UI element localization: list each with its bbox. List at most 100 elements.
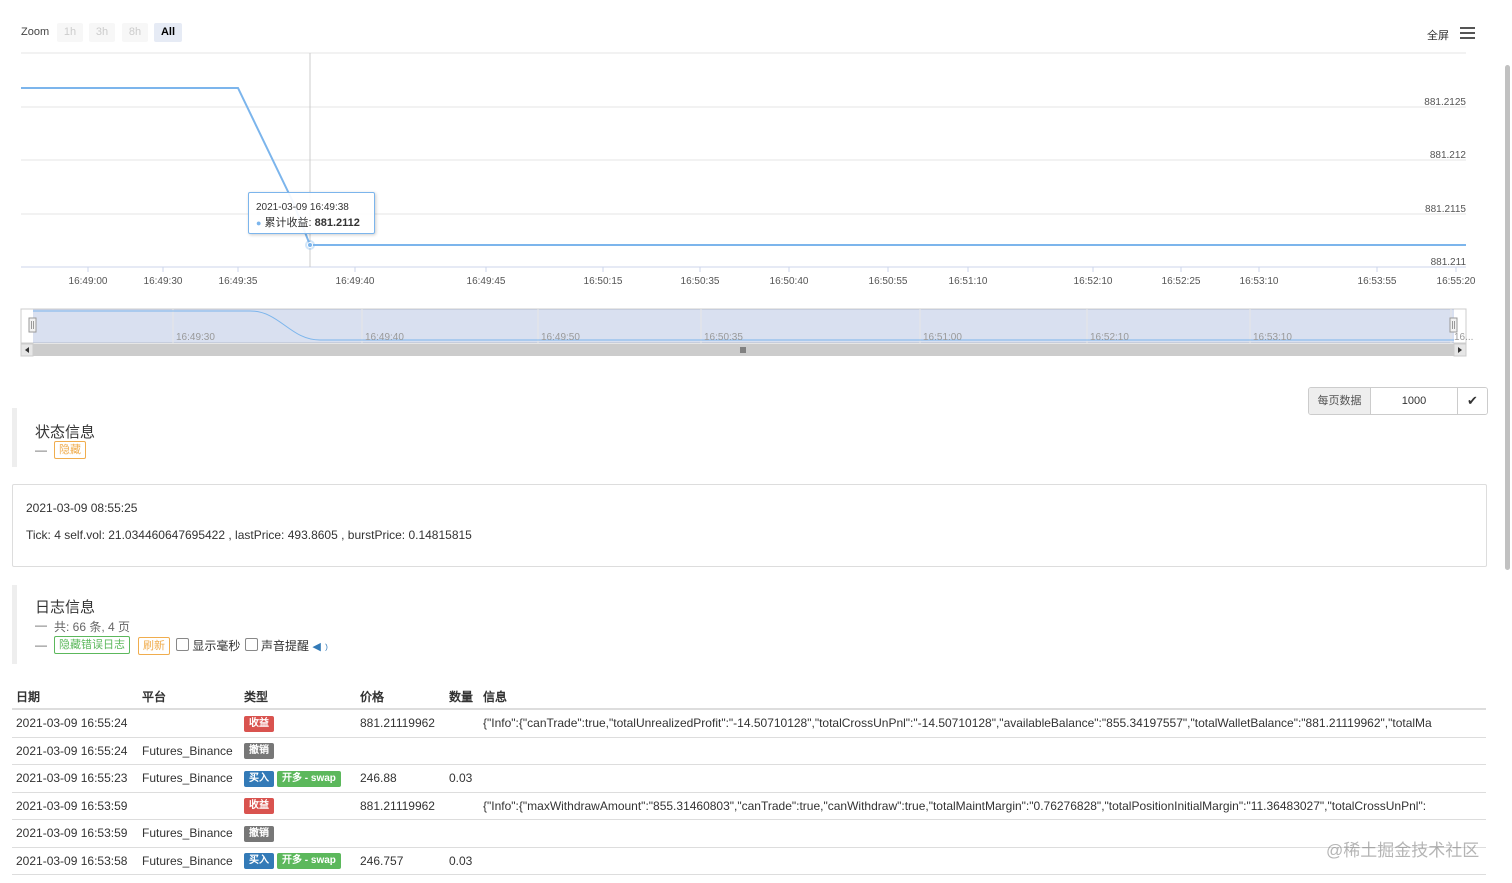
sound-alert-checkbox[interactable] [244,638,258,651]
cell-date: 2021-03-09 16:55:24 [12,709,138,738]
cell-date: 2021-03-09 16:53:59 [12,792,138,820]
navigator-tick-label: 16:52:10 [1090,332,1129,343]
cell-qty: 0.03 [445,764,479,793]
cell-qty [445,819,479,848]
profit-chart: 881.2125881.212881.2115881.211 16:49:00 1… [20,52,1476,357]
show-ms-option: 显示毫秒 声音提醒 ◀﹚ [176,637,332,654]
cell-price: 246.88 [356,764,445,793]
table-header-row: 日期 平台 类型 价格 数量 信息 [12,684,1486,710]
table-row: 2021-03-09 16:55:23 Futures_Binance 买入 开多 -… [12,764,1486,793]
log-table: 日期 平台 类型 价格 数量 信息 2021-03-09 16:55:24 收益 8… [12,684,1486,875]
tooltip-value: 881.2112 [314,217,360,229]
status-section-title: 状态信息 [35,424,96,441]
cell-qty [445,737,479,765]
navigator-tick-label: 16:53:10 [1253,332,1292,343]
x-tick-label: 16:51:10 [949,276,988,287]
table-row: 2021-03-09 16:55:24 收益 881.21119962 {"Info"… [12,709,1486,738]
x-tick-label: 16:50:35 [681,276,720,287]
hide-error-log-button[interactable]: 隐藏错误日志 [54,636,130,654]
navigator-tick-label: 16:49:40 [365,332,404,343]
cell-platform: Futures_Binance [138,819,240,848]
watermark-text: @稀土掘金技术社区 [1326,841,1480,860]
x-tick-label: 16:49:30 [144,276,183,287]
status-date: 2021-03-09 08:55:25 [26,501,138,515]
cell-price [356,737,445,765]
cell-date: 2021-03-09 16:55:24 [12,737,138,765]
navigator-tick-label: 16:49:50 [541,332,580,343]
y-tick-label: 881.2125 [1424,97,1466,108]
table-row: 2021-03-09 16:53:58 Futures_Binance 买入 开多 -… [12,847,1486,875]
y-grid [21,52,1466,268]
cell-price [356,819,445,848]
x-tick-label: 16:50:15 [584,276,623,287]
navigator-handle-left[interactable] [28,317,37,333]
cell-platform [138,709,240,738]
status-hide-button[interactable]: 隐藏 [54,441,86,459]
show-ms-label: 显示毫秒 [192,639,241,653]
type-badge: 买入 [244,853,274,870]
x-tick-label: 16:50:55 [869,276,908,287]
checkmark-icon[interactable]: ✔ [1458,388,1487,414]
table-row: 2021-03-09 16:53:59 Futures_Binance 撤销 [12,819,1486,848]
navigator-tick-label: 16:51:00 [923,332,962,343]
type-badge: 收益 [244,798,274,815]
hover-point [307,242,313,248]
x-tick-label: 16:53:10 [1240,276,1279,287]
y-axis-ticks: 881.2125 881.212 881.2115 881.211 [1424,97,1466,268]
x-tick-label: 16:52:25 [1162,276,1201,287]
series-dot-icon: ● [256,218,262,228]
cell-qty [445,792,479,820]
type-badge: 收益 [244,715,274,732]
cell-date: 2021-03-09 16:53:58 [12,847,138,875]
log-section-bar [12,585,17,664]
x-tick-label: 16:49:45 [467,276,506,287]
cell-type: 收益 [240,709,356,738]
navigator[interactable]: 16:49:30 16:49:40 16:49:50 16:50:35 16:51:00… [20,308,1473,344]
show-ms-checkbox[interactable] [176,638,189,651]
y-tick-label: 881.211 [1431,257,1467,268]
sound-alert-label: 声音提醒 [261,639,310,653]
x-tick-label: 16:49:40 [336,276,375,287]
navigator-tick-label: 16... [1454,332,1473,343]
type-badge: 撤销 [244,743,274,760]
chart-tooltip: 2021-03-09 16:49:38 ● 累计收益: 881.2112 [248,192,375,234]
type-badge: 开多 - swap [277,770,341,787]
log-dash-2: — [35,638,47,652]
table-row: 2021-03-09 16:53:59 收益 881.21119962 {"Info"… [12,792,1486,820]
cell-date: 2021-03-09 16:55:23 [12,764,138,793]
series-line-cumulative-profit [21,87,1466,246]
cell-info: {"Info":{"canTrade":true,"totalUnrealize… [479,709,1486,738]
page-size-input[interactable] [1371,388,1458,414]
cell-qty [445,709,479,738]
cell-platform: Futures_Binance [138,764,240,793]
navigator-tick-label: 16:49:30 [176,332,215,343]
tooltip-date: 2021-03-09 16:49:38 [256,202,349,213]
x-tick-label: 16:49:35 [219,276,258,287]
speaker-icon[interactable]: ◀﹚ [312,641,331,653]
cell-price: 881.21119962 [356,792,445,820]
y-tick-label: 881.2115 [1425,204,1466,215]
refresh-button[interactable]: 刷新 [138,637,170,655]
cell-info: {"Info":{"maxWithdrawAmount":"855.314608… [479,792,1486,820]
navigator-tick-label: 16:50:35 [704,332,743,343]
cell-platform: Futures_Binance [138,737,240,765]
cell-qty: 0.03 [445,847,479,875]
x-axis-ticks: 16:49:00 16:49:30 16:49:35 16:49:40 16:49:45… [69,267,1476,287]
y-tick-label: 881.212 [1430,150,1467,161]
navigator-handle-right[interactable] [1449,317,1458,333]
x-tick-label: 16:49:00 [69,276,108,287]
table-row: 2021-03-09 16:55:24 Futures_Binance 撤销 [12,737,1486,765]
cell-info [479,737,1486,765]
col-header-info: 信息 [479,684,1486,710]
tooltip-series-label: 累计收益: [264,217,312,229]
cell-type: 撤销 [240,737,356,765]
cell-type: 买入 开多 - swap [240,847,356,875]
log-section-title: 日志信息 [35,599,96,616]
log-summary: 共: 66 条, 4 页 [54,620,131,634]
log-dash-1: — [35,618,47,632]
page-scrollbar[interactable] [1505,65,1510,570]
navigator-scrollbar[interactable] [20,343,1467,357]
col-header-type: 类型 [240,684,356,710]
cell-platform [138,792,240,820]
tooltip-series-line: ● 累计收益: 881.2112 [256,214,360,230]
